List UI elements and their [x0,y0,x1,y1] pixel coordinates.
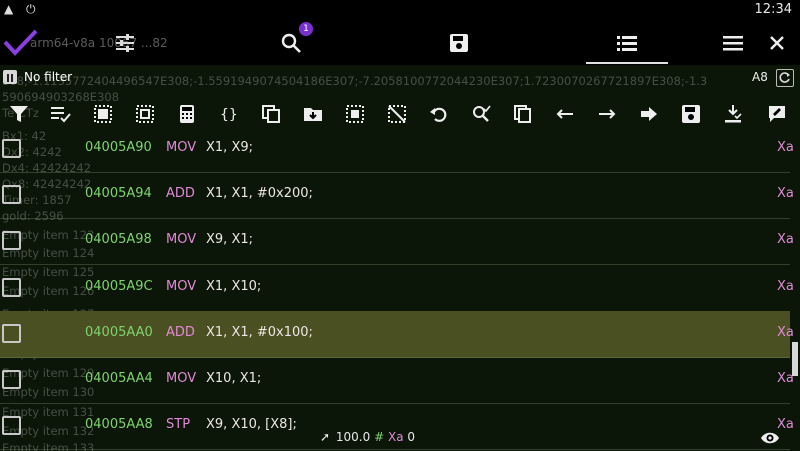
arch-label: A8 [752,70,768,84]
table-row[interactable]: 04005AA0 ADD X1, X1, #0x100; Xa [0,311,794,358]
row-tag: Xa [777,325,794,340]
power-icon: ⏻ [26,2,36,16]
filter-bar: No filter A8 [0,68,800,88]
row-checkbox[interactable] [2,370,21,389]
bottom-hash: # [374,430,385,444]
close-icon[interactable] [762,20,792,65]
select-inner-icon[interactable] [132,100,158,128]
row-mnemonic: ADD [166,325,195,340]
row-mnemonic: MOV [166,279,197,294]
row-mnemonic: STP [166,417,191,432]
filter-label[interactable]: No filter [24,70,72,84]
list-check-icon[interactable] [48,100,74,128]
row-operands: X1, X9; [206,140,253,155]
row-address: 04005A98 [85,232,152,247]
row-checkbox[interactable] [2,278,21,297]
row-tag: Xa [777,140,794,155]
eye-icon[interactable] [760,430,780,450]
goto-arrow-icon[interactable] [636,100,662,128]
row-checkbox[interactable] [2,416,21,435]
refresh-icon[interactable] [776,69,794,87]
cursor-icon: ➚ [320,430,331,444]
undo-icon[interactable] [426,100,452,128]
folder-import-icon[interactable] [300,100,326,128]
paste-icon[interactable] [342,100,368,128]
row-address: 04005AA0 [85,325,153,340]
copy-icon[interactable] [258,100,284,128]
row-checkbox[interactable] [2,231,21,250]
list-icon[interactable] [612,20,642,65]
row-tag: Xa [777,279,794,294]
duplicate-icon[interactable] [510,100,536,128]
row-operands: X9, X1; [206,232,253,247]
comment-edit-icon[interactable] [764,100,790,128]
row-checkbox[interactable] [2,185,21,204]
search-results-badge: 1 [299,22,313,36]
row-mnemonic: ADD [166,186,195,201]
save-icon[interactable] [444,20,474,65]
row-operands: X9, X10, [X8]; [206,417,297,432]
save-list-icon[interactable] [678,100,704,128]
row-mnemonic: MOV [166,140,197,155]
status-time: 12:34 [754,2,792,17]
arrow-right-icon[interactable] [594,100,620,128]
braces-icon[interactable]: {} [216,100,242,128]
row-checkbox[interactable] [2,139,21,158]
row-tag: Xa [777,232,794,247]
arrow-left-icon[interactable] [552,100,578,128]
row-address: 04005AA8 [85,417,153,432]
svg-text:{}: {} [220,107,238,123]
table-row[interactable]: 04005A98 MOV X9, X1; Xa [0,218,794,265]
table-row[interactable]: 04005A94 ADD X1, X1, #0x200; Xa [0,172,794,219]
row-operands: X1, X10; [206,279,262,294]
row-mnemonic: MOV [166,232,197,247]
download-check-icon[interactable] [720,100,746,128]
row-operands: X10, X1; [206,371,262,386]
menu-icon[interactable] [718,20,748,65]
row-address: 04005A9C [85,279,153,294]
bottom-count: 0 [407,430,416,444]
search-check-icon[interactable] [468,100,494,128]
deselect-icon[interactable] [384,100,410,128]
row-operands: X1, X1, #0x100; [206,325,313,340]
calculator-icon[interactable] [174,100,200,128]
tool-row: {} [0,100,800,128]
select-all-icon[interactable] [90,100,116,128]
row-operands: X1, X1, #0x200; [206,186,313,201]
row-address: 04005A90 [85,140,152,155]
row-tag: Xa [777,186,794,201]
filter-icon[interactable] [6,100,32,128]
warning-icon: ▲ [4,2,14,16]
status-bar: ▲ ⏻ 12:34 [0,0,800,20]
pause-icon[interactable] [3,70,17,84]
table-row[interactable]: 04005AA4 MOV X10, X1; Xa [0,357,794,404]
table-row[interactable]: 04005A90 MOV X1, X9; Xa [0,126,794,173]
bottom-status: ➚ 100.0 # Xa 0 [320,430,415,444]
row-address: 04005A94 [85,186,152,201]
row-checkbox[interactable] [2,324,21,343]
active-tab-indicator [586,62,668,64]
process-name[interactable]: arm64-v8a 10067 ...82 [30,36,168,50]
table-row[interactable]: 04005A9C MOV X1, X10; Xa [0,265,794,312]
row-address: 04005AA4 [85,371,153,386]
scrollbar-thumb[interactable] [792,342,798,376]
bottom-tag: Xa [387,430,404,444]
bottom-value: 100.0 [335,430,371,444]
row-mnemonic: MOV [166,371,197,386]
